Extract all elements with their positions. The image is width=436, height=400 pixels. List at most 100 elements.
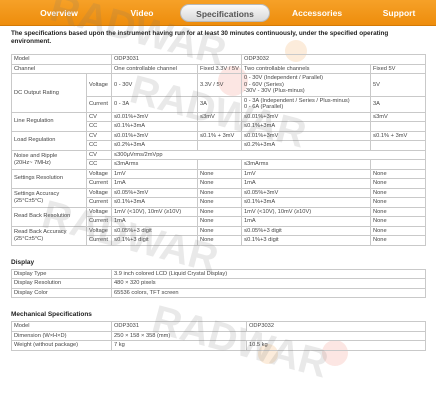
- spec-value: 1mV: [111, 168, 198, 179]
- spec-value: ODP3031: [110, 54, 243, 65]
- tab-overview[interactable]: Overview: [14, 4, 104, 22]
- spec-label: Model: [11, 321, 112, 332]
- spec-value: ≤0.1%+3mA: [111, 121, 198, 132]
- table-row: Read Back Resolution Voltage 1mV (<10V),…: [11, 206, 427, 227]
- spec-value: 5V: [370, 73, 427, 97]
- spec-label: Dimension (W×H×D): [11, 330, 112, 341]
- tab-specifications[interactable]: Specifications: [180, 4, 270, 22]
- spec-value: None: [370, 225, 427, 236]
- spec-value: ≤0.1%+3 digit: [111, 235, 198, 246]
- spec-value: ≤3mArms: [111, 159, 198, 170]
- spec-value: ≤0.05%+3mV: [111, 187, 198, 198]
- spec-sublabel: Current: [86, 235, 112, 246]
- spec-value: ≤3mV: [196, 111, 243, 122]
- spec-value: ODP3032: [246, 321, 426, 332]
- spec-sublabel: CC: [86, 121, 112, 132]
- spec-value: 1mA: [241, 178, 372, 189]
- spec-label: Settings Resolution: [11, 168, 87, 189]
- spec-value: 1mA: [111, 178, 198, 189]
- spec-value: None: [370, 187, 427, 198]
- spec-value: ≤0.1% + 3mV: [196, 130, 243, 141]
- spec-sublabel: Voltage: [86, 225, 112, 236]
- spec-value: None: [196, 168, 243, 179]
- spec-value: 0 - 3A: [111, 95, 198, 113]
- spec-value: 3.9 inch colored LCD (Liquid Crystal Dis…: [111, 268, 426, 279]
- spec-table: Model ODP3031 ODP3032 Channel One contro…: [11, 54, 427, 246]
- spec-value: None: [370, 178, 427, 189]
- spec-value: ≤0.05%+3 digit: [241, 225, 372, 236]
- table-row: Settings Accuracy (25°C±5°C) Voltage ≤0.…: [11, 187, 427, 208]
- spec-label: Model: [11, 54, 112, 65]
- spec-value: None: [196, 178, 243, 189]
- spec-value: 3A: [196, 95, 243, 113]
- intro-text: The specifications based upon the instru…: [11, 30, 389, 45]
- spec-label: Display Type: [11, 268, 112, 279]
- spec-value: 65536 colors, TFT screen: [111, 287, 426, 298]
- mechanical-table: Model ODP3031 ODP3032 Dimension (W×H×D) …: [11, 321, 426, 351]
- spec-value: None: [196, 187, 243, 198]
- table-row: Read Back Accuracy (25°C±5°C) Voltage ≤0…: [11, 225, 427, 246]
- table-row: Display Type 3.9 inch colored LCD (Liqui…: [11, 268, 426, 279]
- spec-value: 10.5 kg: [246, 340, 426, 351]
- tab-video[interactable]: Video: [104, 4, 180, 22]
- spec-value: None: [370, 197, 427, 208]
- spec-value: ≤0.01%+3mV: [111, 130, 198, 141]
- spec-value: [196, 159, 243, 170]
- spec-label: Load Regulation: [11, 130, 87, 151]
- spec-sublabel: CC: [86, 159, 112, 170]
- spec-value: ≤0.2%+3mA: [241, 140, 372, 151]
- spec-value: ≤0.01%+3mV: [241, 111, 372, 122]
- spec-label: Noise and Ripple (20Hz~ 7MHz): [11, 149, 87, 170]
- table-row: Line Regulation CV ≤0.01%+3mV ≤3mV ≤0.01…: [11, 111, 427, 132]
- table-row: Weight (without package) 7 kg 10.5 kg: [11, 340, 426, 351]
- spec-value: 3A: [370, 95, 427, 113]
- spec-sublabel: CV: [86, 149, 112, 160]
- spec-value: 0 - 30V (Independent / Parallel) 0 - 60V…: [241, 73, 372, 97]
- table-row: DC Output Rating Voltage 0 - 30V 3.3V / …: [11, 73, 427, 113]
- spec-value: ≤0.05%+3 digit: [111, 225, 198, 236]
- spec-value: Fixed 5V: [370, 63, 427, 74]
- table-row: Settings Resolution Voltage 1mV None 1mV…: [11, 168, 427, 189]
- tab-bar: Overview Video Specifications Accessorie…: [0, 0, 436, 26]
- tab-accessories[interactable]: Accessories: [272, 4, 362, 22]
- display-table: Display Type 3.9 inch colored LCD (Liqui…: [11, 268, 426, 299]
- spec-label: Display Resolution: [11, 278, 112, 289]
- table-row: Noise and Ripple (20Hz~ 7MHz) CV ≤300μVr…: [11, 149, 427, 170]
- spec-label: Display Color: [11, 287, 112, 298]
- spec-value: ≤0.1%+3mA: [111, 197, 198, 208]
- spec-value: None: [196, 206, 243, 217]
- spec-value: 1mV (<10V), 10mV (≥10V): [241, 206, 372, 217]
- spec-value: None: [196, 225, 243, 236]
- table-row: Dimension (W×H×D) 250 × 158 × 358 (mm): [11, 330, 426, 341]
- spec-sublabel: Current: [86, 216, 112, 227]
- spec-label: Weight (without package): [11, 340, 112, 351]
- spec-value: ≤0.2%+3mA: [111, 140, 198, 151]
- spec-value: [196, 121, 243, 132]
- tab-support[interactable]: Support: [362, 4, 436, 22]
- spec-value: ≤3mV: [370, 111, 427, 122]
- spec-value: 1mA: [111, 216, 198, 227]
- table-row: Load Regulation CV ≤0.01%+3mV ≤0.1% + 3m…: [11, 130, 427, 151]
- spec-value: 3.3V / 5V: [196, 73, 243, 97]
- table-row: Display Color 65536 colors, TFT screen: [11, 287, 426, 298]
- spec-value: None: [196, 235, 243, 246]
- spec-sublabel: Voltage: [86, 187, 112, 198]
- spec-label: Line Regulation: [11, 111, 87, 132]
- spec-sublabel: CC: [86, 140, 112, 151]
- spec-value: Two controllable channels: [241, 63, 372, 74]
- spec-value: None: [196, 216, 243, 227]
- spec-value: 0 - 30V: [111, 73, 198, 97]
- display-heading: Display: [11, 258, 35, 266]
- spec-value: ≤0.05%+3mV: [241, 187, 372, 198]
- spec-value: None: [370, 168, 427, 179]
- mechanical-heading: Mechanical Specifications: [11, 311, 92, 318]
- spec-content: The specifications based upon the instru…: [11, 30, 427, 351]
- spec-sublabel: Current: [86, 178, 112, 189]
- spec-value: None: [370, 206, 427, 217]
- spec-label: Read Back Accuracy (25°C±5°C): [11, 225, 87, 246]
- spec-value: 1mV: [241, 168, 372, 179]
- spec-value: 0 - 3A (Independent / Series / Plus-minu…: [241, 95, 372, 113]
- spec-value: 1mV (<10V), 10mV (≥10V): [111, 206, 198, 217]
- spec-value: None: [196, 197, 243, 208]
- spec-value: ODP3031: [111, 321, 247, 332]
